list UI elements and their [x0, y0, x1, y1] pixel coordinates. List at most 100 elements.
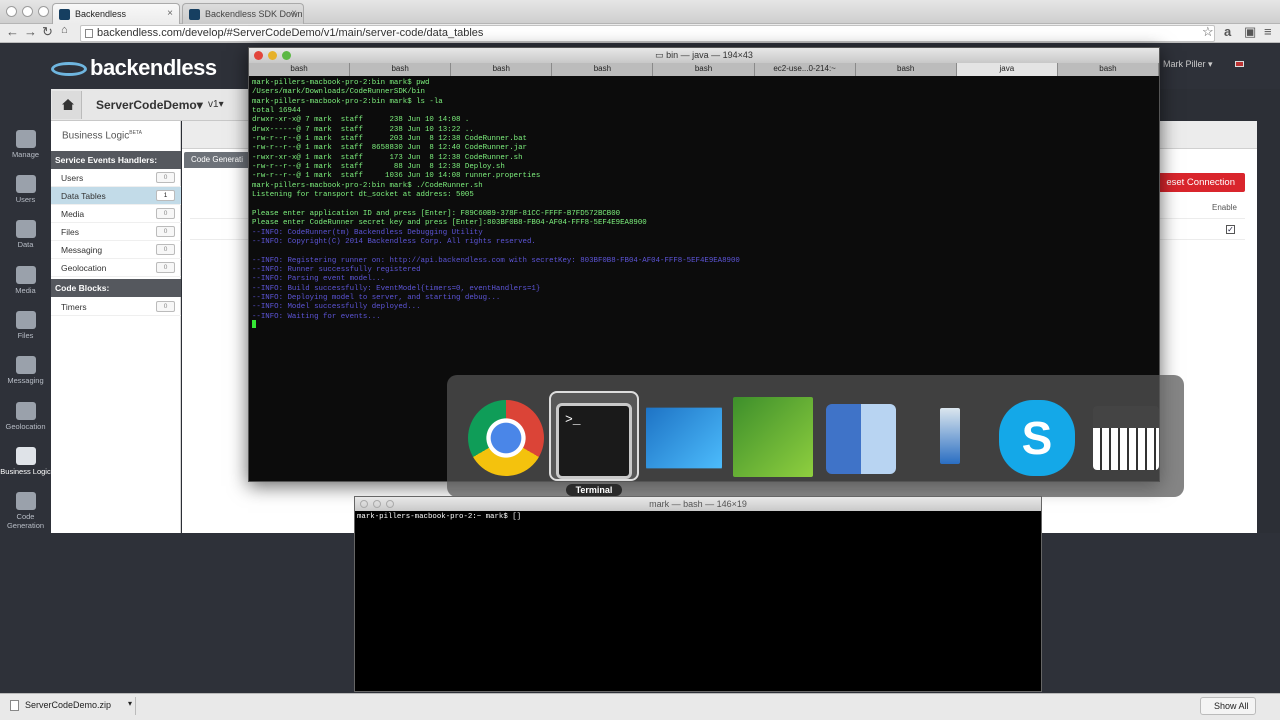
- terminal-tab[interactable]: bash: [1058, 63, 1159, 76]
- terminal-line: mark-pillers-macbook-pro-2:bin mark$ ls …: [252, 97, 443, 106]
- terminal-line: -rw-r--r--@ 1 mark staff 88 Jun 8 12:38 …: [252, 163, 505, 172]
- left-navigation: Manage Users Data Media Files Messaging …: [0, 43, 51, 693]
- page-icon: [85, 29, 93, 38]
- terminal-tab[interactable]: bash: [249, 63, 351, 76]
- piano-icon[interactable]: [1093, 406, 1159, 470]
- terminal-tab[interactable]: bash: [653, 63, 755, 76]
- terminal-tab[interactable]: ec2-use...0-214:~: [755, 63, 856, 76]
- skype-icon[interactable]: S: [999, 400, 1075, 476]
- tab-code-generation[interactable]: Code Generati: [184, 152, 248, 168]
- sidebar-item-messaging[interactable]: Messaging 0: [51, 241, 181, 259]
- terminal-line: drwx------@ 7 mark staff 238 Jun 10 13:2…: [252, 125, 474, 134]
- close-tab-icon[interactable]: ×: [291, 8, 297, 19]
- sidebar-item-geolocation[interactable]: Geolocation 0: [51, 259, 181, 277]
- close-icon[interactable]: [360, 500, 368, 508]
- sidebar-item-files[interactable]: Files 0: [51, 223, 181, 241]
- chrome-icon[interactable]: [468, 400, 544, 476]
- logo-wave-icon: [51, 62, 87, 77]
- nav-files[interactable]: Files: [0, 311, 51, 340]
- enable-checkbox[interactable]: ✓: [1226, 225, 1235, 234]
- close-tab-icon[interactable]: ×: [167, 8, 173, 19]
- terminal-icon[interactable]: >_: [556, 403, 632, 479]
- chevron-down-icon[interactable]: ▾: [128, 699, 132, 708]
- terminal-tab[interactable]: bash: [552, 63, 654, 76]
- reload-icon[interactable]: ↻: [42, 24, 53, 40]
- terminal-line: Please enter CodeRunner secret key and p…: [252, 219, 647, 228]
- intellij-icon[interactable]: [646, 407, 722, 469]
- download-item[interactable]: ServerCodeDemo.zip ▾: [6, 697, 136, 715]
- language-flag-icon[interactable]: [1235, 61, 1244, 67]
- code-icon: [15, 447, 36, 465]
- nav-business-logic[interactable]: Business Logic: [0, 447, 51, 476]
- service-events-header: Service Events Handlers:: [51, 151, 181, 169]
- terminal-line: mark-pillers-macbook-pro-2:bin mark$ pwd: [252, 79, 430, 87]
- close-window-button[interactable]: [6, 6, 17, 17]
- folder-icon: [15, 311, 36, 329]
- close-icon[interactable]: [254, 51, 263, 60]
- terminal-tab[interactable]: bash: [350, 63, 452, 76]
- address-bar[interactable]: backendless.com/develop/#ServerCodeDemo/…: [80, 25, 1215, 42]
- terminal-title-bar[interactable]: ▭ bin — java — 194×43: [249, 48, 1159, 63]
- forward-arrow-icon[interactable]: →: [24, 24, 37, 39]
- zoom-icon[interactable]: [386, 500, 394, 508]
- backendless-favicon-icon: [59, 9, 70, 20]
- gear-icon: [15, 130, 36, 148]
- terminal-window-bash[interactable]: mark — bash — 146×19 mark-pillers-macboo…: [354, 496, 1042, 692]
- xcode-simulator-icon[interactable]: [940, 408, 960, 464]
- browser-tab-backendless[interactable]: Backendless ×: [52, 3, 180, 24]
- gears-icon: [15, 492, 36, 510]
- minimize-icon[interactable]: [268, 51, 277, 60]
- app-name-dropdown[interactable]: ServerCodeDemo▾: [96, 98, 203, 112]
- terminal-cursor: [252, 320, 256, 328]
- extension-icon[interactable]: ▣: [1244, 24, 1256, 40]
- camtasia-icon[interactable]: [733, 397, 813, 477]
- nav-manage[interactable]: Manage: [0, 130, 51, 159]
- terminal-line: Please enter application ID and press [E…: [252, 209, 621, 218]
- zoom-window-button[interactable]: [38, 6, 49, 17]
- home-icon[interactable]: ⌂: [61, 24, 68, 36]
- nav-users[interactable]: Users: [0, 175, 51, 204]
- version-dropdown[interactable]: v1▾: [208, 99, 224, 110]
- nav-media[interactable]: Media: [0, 266, 51, 295]
- terminal-tabs: bash bash bash bash bash ec2-use...0-214:~ bas…: [249, 63, 1159, 76]
- backendless-logo: backendless: [51, 55, 217, 81]
- nav-geolocation[interactable]: Geolocation: [0, 402, 51, 431]
- show-all-downloads-button[interactable]: Show All: [1200, 697, 1256, 715]
- sidebar-item-users[interactable]: Users 0: [51, 169, 181, 187]
- back-arrow-icon[interactable]: ←: [6, 24, 19, 39]
- sidebar-item-media[interactable]: Media 0: [51, 205, 181, 223]
- menu-icon[interactable]: ≡: [1264, 24, 1272, 39]
- terminal-tab[interactable]: java: [956, 63, 1058, 76]
- finder-icon[interactable]: [826, 404, 896, 474]
- nav-messaging[interactable]: Messaging: [0, 356, 51, 385]
- zoom-icon[interactable]: [282, 51, 291, 60]
- media-icon: [15, 266, 36, 284]
- nav-data[interactable]: Data: [0, 220, 51, 249]
- browser-tab-sdk-download[interactable]: Backendless SDK Downloa ×: [182, 3, 304, 24]
- terminal-line: -rwxr-xr-x@ 1 mark staff 173 Jun 8 12:38…: [252, 153, 523, 162]
- terminal-tab[interactable]: bash: [856, 63, 957, 76]
- code-blocks-header: Code Blocks:: [51, 279, 181, 297]
- terminal-line: --INFO: Build successfully: EventModel{t…: [252, 284, 541, 293]
- minimize-window-button[interactable]: [22, 6, 33, 17]
- minimize-icon[interactable]: [373, 500, 381, 508]
- terminal-line: --INFO: Registering runner on: http://ap…: [252, 256, 740, 265]
- switcher-selected-label: Terminal: [566, 484, 622, 496]
- user-menu[interactable]: Mark Piller ▾: [1163, 59, 1213, 70]
- window-controls: [6, 6, 49, 17]
- sidebar-item-data-tables[interactable]: Data Tables 1: [51, 187, 181, 205]
- terminal-output: mark-pillers-macbook-pro-2:bin mark$ pwd…: [252, 79, 1156, 322]
- terminal-line: --INFO: Parsing event model...: [252, 275, 386, 284]
- sidebar-item-timers[interactable]: Timers 0: [51, 298, 181, 316]
- terminal2-prompt: mark-pillers-macbook-pro-2:~ mark$ []: [357, 513, 522, 521]
- terminal2-title-bar[interactable]: mark — bash — 146×19: [355, 497, 1041, 511]
- nav-code-generation[interactable]: Code Generation: [0, 492, 51, 530]
- terminal-line: --INFO: Waiting for events...: [252, 312, 381, 321]
- terminal-line: Listening for transport dt_socket at add…: [252, 191, 474, 200]
- terminal-tab[interactable]: bash: [451, 63, 553, 76]
- bookmark-star-icon[interactable]: ☆: [1202, 24, 1214, 40]
- terminal-line: --INFO: CodeRunner(tm) Backendless Debug…: [252, 228, 483, 237]
- terminal-line: -rw-r--r--@ 1 mark staff 1036 Jun 10 14:…: [252, 172, 541, 181]
- amazon-extension-icon[interactable]: a: [1224, 24, 1231, 39]
